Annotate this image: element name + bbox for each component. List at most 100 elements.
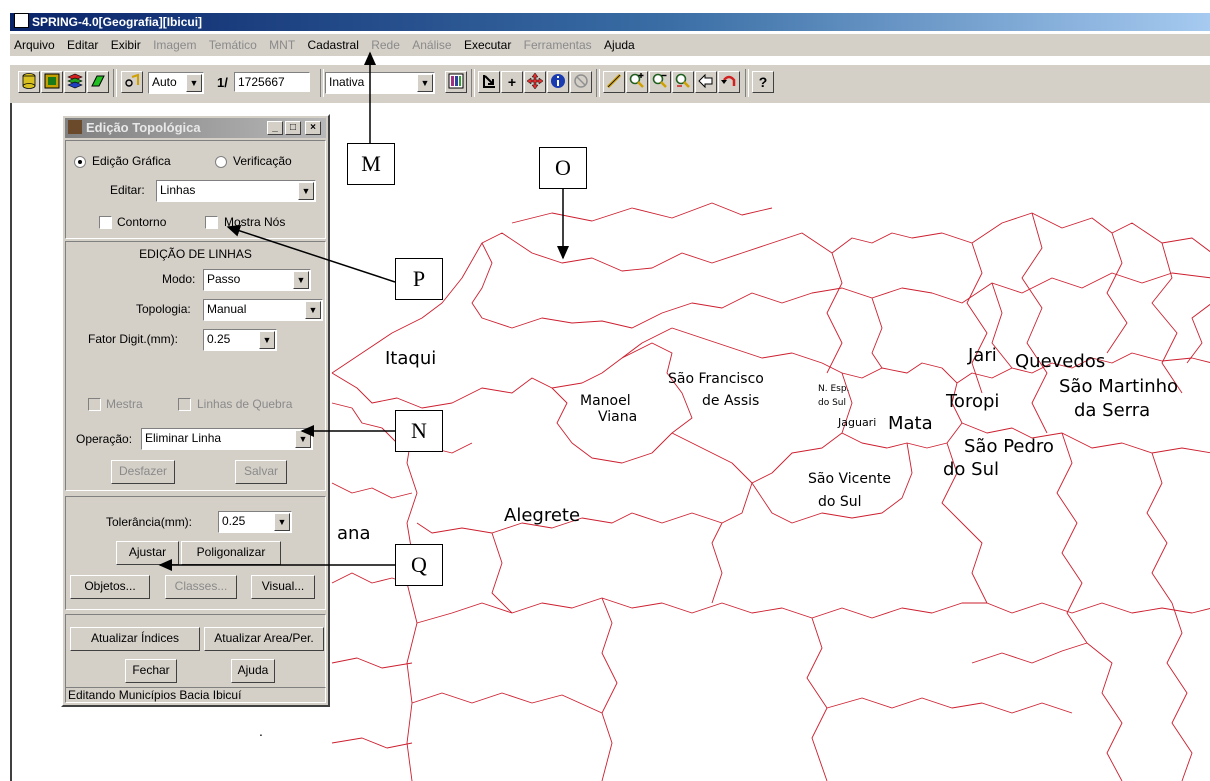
radio-verification-label: Verificação xyxy=(233,154,292,168)
query-icon[interactable] xyxy=(121,71,143,93)
show-nodes-checkbox[interactable] xyxy=(205,216,218,229)
close-button[interactable]: Fechar xyxy=(125,659,177,683)
digit-factor-value: 0.25 xyxy=(207,332,231,346)
chevron-down-icon[interactable]: ▼ xyxy=(274,513,290,531)
topology-select[interactable]: Manual ▼ xyxy=(203,299,323,321)
adjust-button[interactable]: Ajustar xyxy=(116,541,179,565)
breaklines-checkbox[interactable] xyxy=(178,398,191,411)
menu-arquivo[interactable]: Arquivo xyxy=(14,34,55,56)
operation-select[interactable]: Eliminar Linha ▼ xyxy=(141,428,313,450)
menu-editar[interactable]: Editar xyxy=(67,34,98,56)
operation-label: Operação: xyxy=(76,432,133,446)
mode-select[interactable]: Passo ▼ xyxy=(203,269,311,291)
edit-label: Editar: xyxy=(110,183,145,197)
zoom-out-icon[interactable] xyxy=(649,71,671,93)
zoom-area-icon[interactable] xyxy=(672,71,694,93)
topology-label: Topologia: xyxy=(136,302,191,316)
save-button[interactable]: Salvar xyxy=(235,460,287,484)
project-icon[interactable] xyxy=(41,71,63,93)
info-icon[interactable] xyxy=(547,71,569,93)
callout-p: P xyxy=(395,258,443,300)
classes-button[interactable]: Classes... xyxy=(165,575,237,599)
objects-button[interactable]: Objetos... xyxy=(70,575,150,599)
menu-tematico[interactable]: Temático xyxy=(209,34,257,56)
chevron-down-icon[interactable]: ▼ xyxy=(295,430,311,448)
callout-n: N xyxy=(395,410,443,452)
layers-icon[interactable] xyxy=(64,71,86,93)
visual-button[interactable]: Visual... xyxy=(251,575,315,599)
edit-select[interactable]: Linhas ▼ xyxy=(156,180,316,202)
contour-checkbox[interactable] xyxy=(99,216,112,229)
polygonize-button[interactable]: Poligonalizar xyxy=(181,541,281,565)
tolerance-label: Tolerância(mm): xyxy=(106,515,193,529)
label-n-esp: N. Esp. xyxy=(818,384,850,394)
label-de-assis: de Assis xyxy=(702,393,760,409)
undo-icon[interactable] xyxy=(718,71,740,93)
menu-exibir[interactable]: Exibir xyxy=(111,34,141,56)
chevron-down-icon[interactable]: ▼ xyxy=(293,271,309,289)
help-icon[interactable]: ? xyxy=(752,71,774,93)
label-da-serra: da Serra xyxy=(1074,400,1151,421)
pencil-icon[interactable] xyxy=(603,71,625,93)
select-arrow-icon[interactable] xyxy=(478,71,500,93)
zoom-mode-select[interactable]: Auto ▼ xyxy=(148,72,204,94)
update-index-button[interactable]: Atualizar Índices xyxy=(70,627,200,651)
state-select-value: Inativa xyxy=(329,75,365,89)
close-icon[interactable]: × xyxy=(305,121,321,135)
menu-cadastral[interactable]: Cadastral xyxy=(308,34,359,56)
radio-graphic-edit[interactable] xyxy=(74,156,86,168)
back-arrow-icon[interactable] xyxy=(695,71,717,93)
crosshair-icon[interactable]: + xyxy=(501,71,523,93)
chevron-down-icon[interactable]: ▼ xyxy=(298,182,314,200)
digit-factor-select[interactable]: 0.25 ▼ xyxy=(203,329,277,351)
palette-icon[interactable] xyxy=(445,71,467,93)
callout-q: Q xyxy=(395,544,443,586)
menu-executar[interactable]: Executar xyxy=(464,34,511,56)
adjust-group: Tolerância(mm): 0.25 ▼ Ajustar Poligonali… xyxy=(65,496,326,610)
chevron-down-icon[interactable]: ▼ xyxy=(417,74,433,92)
tolerance-select[interactable]: 0.25 ▼ xyxy=(218,511,292,533)
draw-icon[interactable] xyxy=(87,71,109,93)
help-button[interactable]: Ajuda xyxy=(231,659,275,683)
chevron-down-icon[interactable]: ▼ xyxy=(259,331,275,349)
dialog-title-bar[interactable]: Edição Topológica _ □ × xyxy=(65,118,326,138)
maximize-icon[interactable]: □ xyxy=(285,121,301,135)
label-alegrete: Alegrete xyxy=(504,505,581,526)
topology-edit-dialog: Edição Topológica _ □ × Edição Gráfica V… xyxy=(61,114,330,707)
radio-verification[interactable] xyxy=(215,156,227,168)
topology-select-value: Manual xyxy=(207,302,247,316)
label-itaqui: Itaqui xyxy=(385,348,437,369)
label-sao-francisco: São Francisco xyxy=(668,371,764,387)
radio-graphic-edit-label: Edição Gráfica xyxy=(92,154,171,168)
minimize-icon[interactable]: _ xyxy=(267,121,283,135)
label-jari: Jari xyxy=(968,345,997,366)
show-nodes-label: Mostra Nós xyxy=(224,215,286,229)
contour-label: Contorno xyxy=(117,215,167,229)
menu-ajuda[interactable]: Ajuda xyxy=(604,34,635,56)
line-edit-group: EDIÇÃO DE LINHAS Modo: Passo ▼ Topologia:… xyxy=(65,241,326,491)
label-sao-martinho: São Martinho xyxy=(1059,376,1179,397)
chevron-down-icon[interactable]: ▼ xyxy=(305,301,321,319)
zoom-in-icon[interactable] xyxy=(626,71,648,93)
master-label: Mestra xyxy=(106,397,143,411)
scale-prefix: 1/ xyxy=(217,75,228,90)
app-title-bar: SPRING-4.0[Geografia][Ibicui] xyxy=(10,13,1210,31)
state-select[interactable]: Inativa ▼ xyxy=(325,72,435,94)
undo-button[interactable]: Desfazer xyxy=(111,460,175,484)
master-checkbox[interactable] xyxy=(88,398,101,411)
zoom-mode-value: Auto xyxy=(152,75,177,89)
pan-icon[interactable] xyxy=(524,71,546,93)
dialog-title: Edição Topológica xyxy=(86,120,201,135)
database-icon[interactable] xyxy=(18,71,40,93)
chevron-down-icon[interactable]: ▼ xyxy=(186,74,202,92)
scale-input[interactable]: 1725667 xyxy=(234,72,310,92)
menu-analise[interactable]: Análise xyxy=(412,34,451,56)
menu-rede[interactable]: Rede xyxy=(371,34,400,56)
edit-select-value: Linhas xyxy=(160,183,196,197)
menu-mnt[interactable]: MNT xyxy=(269,34,295,56)
disabled-tool-icon[interactable] xyxy=(570,71,592,93)
update-area-button[interactable]: Atualizar Area/Per. xyxy=(204,627,324,651)
label-quevedos: Quevedos xyxy=(1015,351,1106,372)
menu-imagem[interactable]: Imagem xyxy=(153,34,196,56)
menu-ferramentas[interactable]: Ferramentas xyxy=(524,34,592,56)
